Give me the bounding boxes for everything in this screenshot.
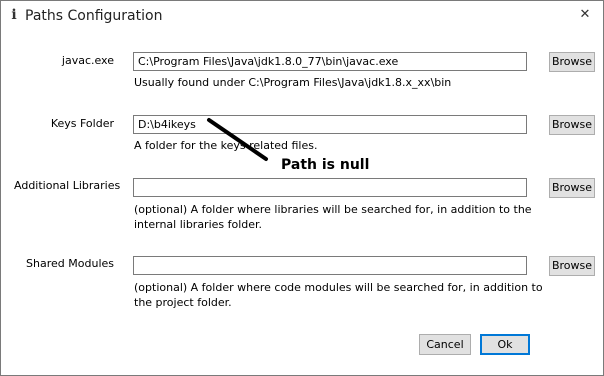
shared-modules-browse-button[interactable]: Browse (549, 256, 595, 276)
shared-modules-input[interactable] (133, 256, 527, 275)
javac-browse-button[interactable]: Browse (549, 52, 595, 72)
cancel-button[interactable]: Cancel (419, 334, 471, 355)
ok-button[interactable]: Ok (480, 334, 530, 355)
info-icon: i (11, 7, 17, 23)
shared-modules-label: Shared Modules (26, 257, 114, 270)
keys-folder-label: Keys Folder (50, 117, 114, 130)
additional-libraries-hint-line2: internal libraries folder. (134, 218, 263, 231)
additional-libraries-label: Additional Libraries (14, 179, 121, 192)
additional-libraries-hint-line1: (optional) A folder where libraries will… (134, 203, 532, 216)
keys-folder-hint: A folder for the keys related files. (134, 139, 318, 152)
keys-folder-input[interactable] (133, 115, 527, 134)
additional-libraries-browse-button[interactable]: Browse (549, 178, 595, 198)
shared-modules-hint-line2: the project folder. (134, 296, 232, 309)
javac-label: javac.exe (61, 54, 114, 67)
additional-libraries-input[interactable] (133, 178, 527, 197)
javac-hint: Usually found under C:\Program Files\Jav… (134, 76, 452, 89)
annotation-text: Path is null (281, 157, 370, 173)
javac-path-input[interactable] (133, 52, 527, 71)
window-title: Paths Configuration (25, 8, 163, 24)
close-icon[interactable]: ✕ (573, 5, 597, 25)
shared-modules-hint-line1: (optional) A folder where code modules w… (134, 281, 543, 294)
title-bar: i Paths Configuration ✕ (1, 1, 603, 31)
keys-folder-browse-button[interactable]: Browse (549, 115, 595, 135)
paths-configuration-dialog: i Paths Configuration ✕ javac.exe Browse… (0, 0, 604, 376)
